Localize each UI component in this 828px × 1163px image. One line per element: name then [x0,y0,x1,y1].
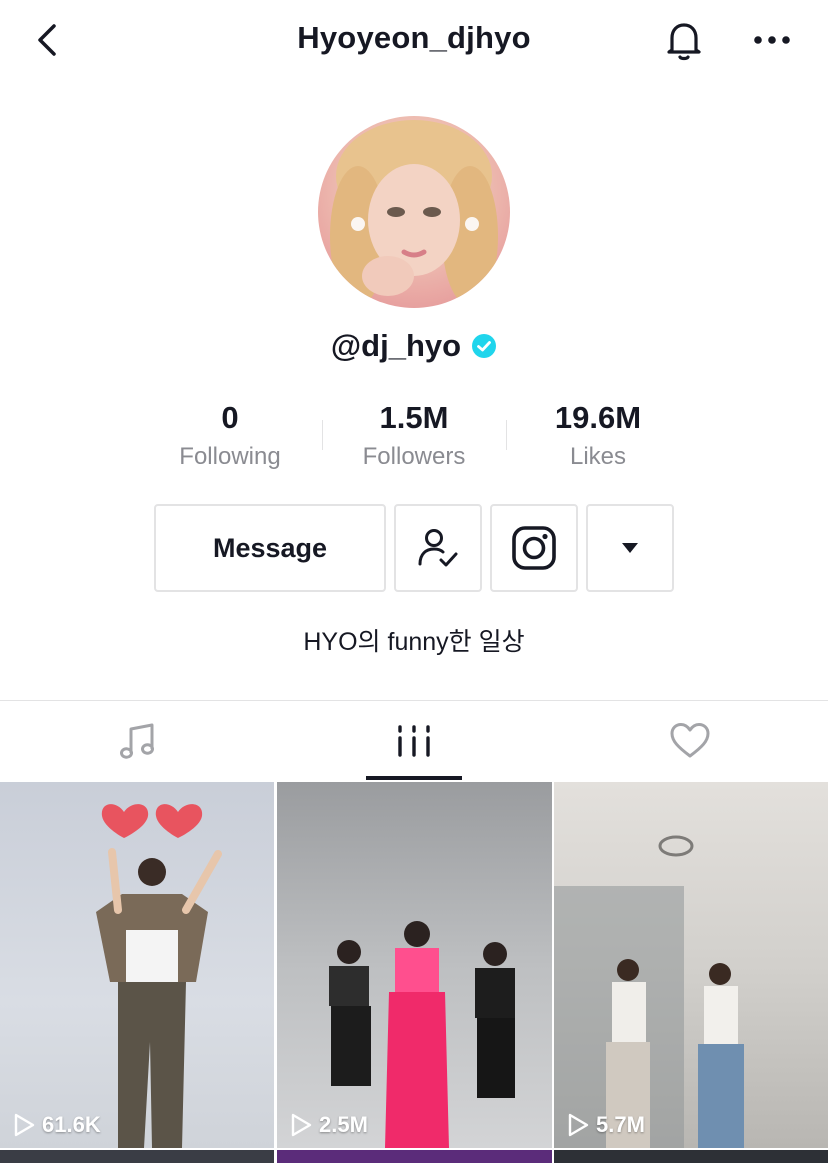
profile-tabs [0,700,828,780]
bell-icon[interactable] [660,16,708,64]
view-count: 2.5M [289,1112,368,1138]
avatar[interactable] [318,116,510,308]
music-note-icon [120,723,154,759]
active-tab-indicator [366,776,462,780]
videos-grid-icon [398,725,430,757]
triangle-down-icon [622,543,638,553]
video-1-thumbnail-image [96,804,222,1148]
tab-sounds[interactable] [0,701,276,781]
play-icon [291,1113,312,1137]
video-thumbnail[interactable]: 5.7M [554,782,828,1148]
followers-label: Followers [362,443,466,470]
tab-liked[interactable] [552,701,828,781]
likes-count: 19.6M [554,400,642,435]
friends-check-icon [418,529,458,567]
message-button[interactable]: Message [154,504,386,592]
video-3-thumbnail-image [554,835,744,1148]
tab-videos[interactable] [276,701,552,781]
video-2-thumbnail-image [329,921,515,1148]
avatar-photo [330,120,498,306]
video-thumbnail-partial[interactable] [0,1150,274,1163]
view-count: 5.7M [566,1112,645,1138]
video-thumbnail-partial[interactable] [277,1150,552,1163]
top-bar: Hyoyeon_djhyo [0,0,828,80]
stats-row: 0 Following 1.5M Followers 19.6M Likes [0,400,828,480]
view-count-text: 61.6K [42,1112,101,1137]
stat-divider [506,420,507,450]
stat-likes[interactable]: 19.6M Likes [506,400,690,472]
instagram-button[interactable] [490,504,578,592]
stat-followers[interactable]: 1.5M Followers [322,400,506,472]
username-handle: @dj_hyo [330,328,462,363]
more-options-dropdown[interactable] [586,504,674,592]
play-icon [14,1113,35,1137]
verified-badge-icon [472,334,497,358]
more-horizontal-icon[interactable] [748,22,796,58]
friends-button[interactable] [394,504,482,592]
following-count: 0 [221,400,239,435]
handle-row: @dj_hyo [0,324,828,368]
view-count-text: 5.7M [596,1112,645,1137]
view-count-text: 2.5M [319,1112,368,1137]
view-count: 61.6K [12,1112,101,1138]
video-thumbnail-partial[interactable] [554,1150,828,1163]
video-thumbnail[interactable]: 61.6K [0,782,274,1148]
followers-count: 1.5M [379,400,449,435]
likes-label: Likes [569,443,627,470]
bio-text: HYO의 funny한 일상 [303,628,525,656]
following-label: Following [179,443,281,470]
heart-outline-icon [670,723,710,758]
play-icon [568,1113,589,1137]
video-grid: 61.6K 2.5M 5.7M [0,782,828,1163]
video-thumbnail[interactable]: 2.5M [277,782,552,1148]
stat-divider [322,420,323,450]
stat-following[interactable]: 0 Following [138,400,322,472]
instagram-icon [512,526,556,570]
